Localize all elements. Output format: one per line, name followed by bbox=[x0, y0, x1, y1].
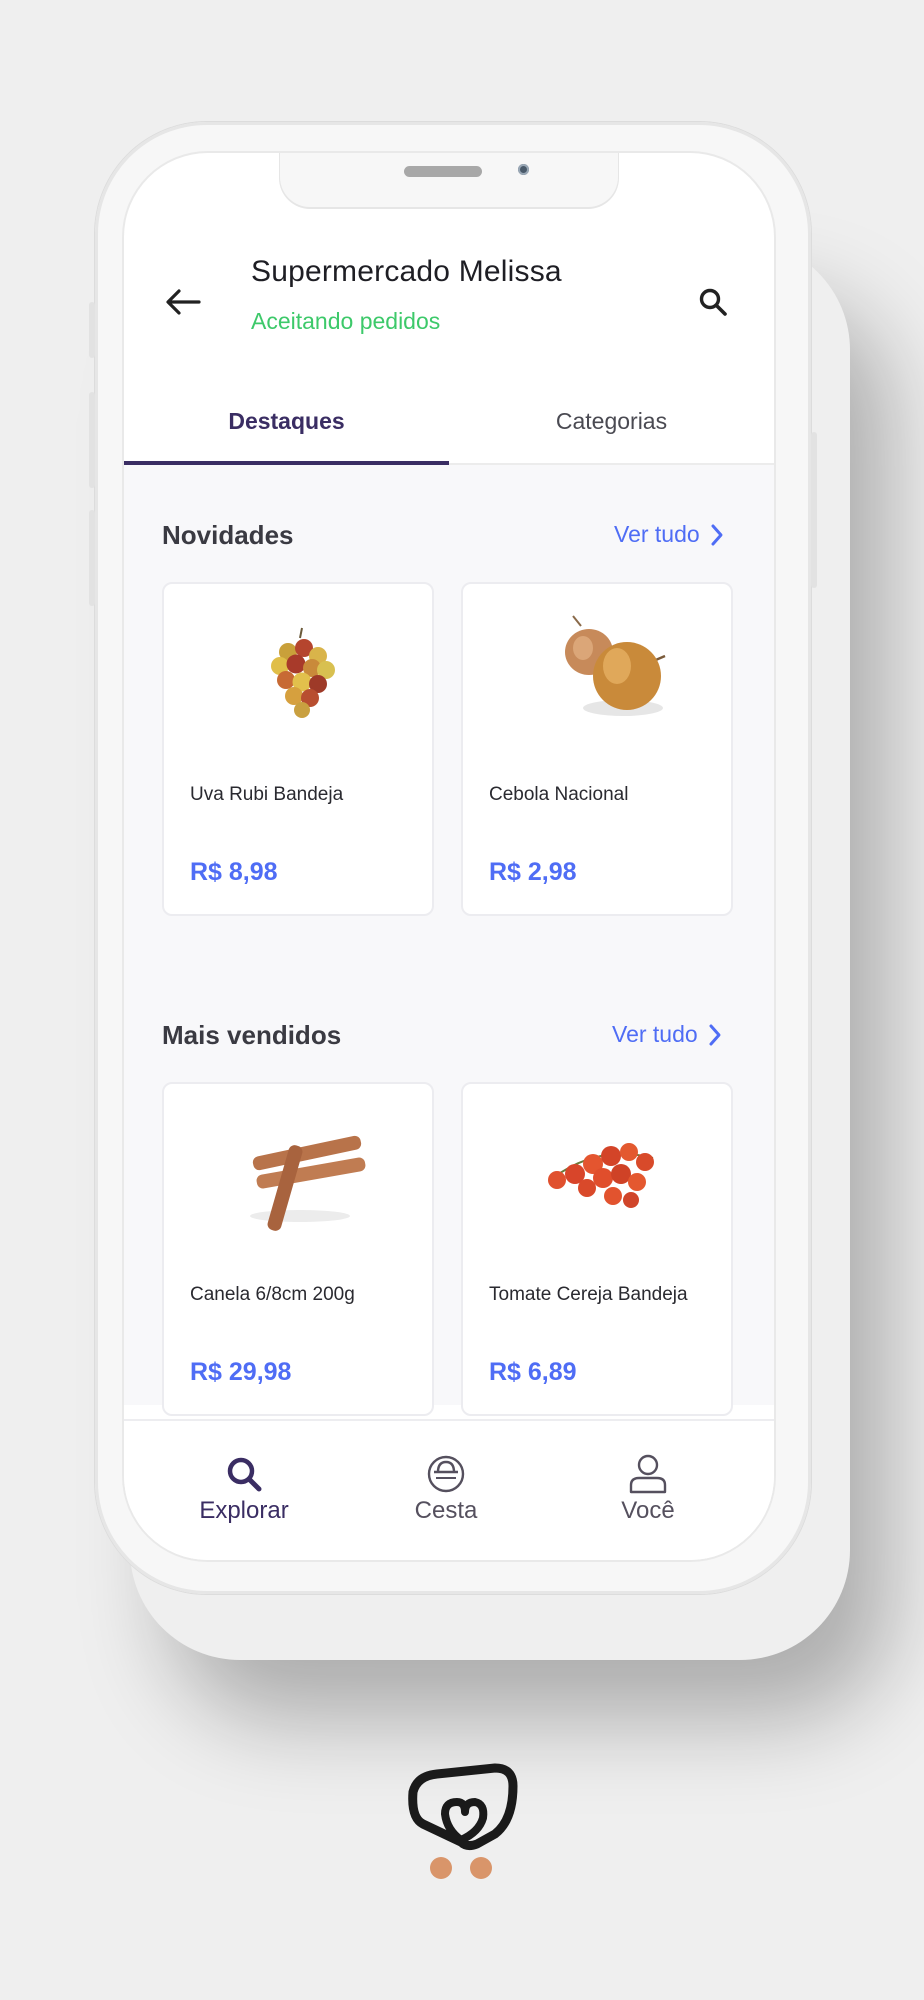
nav-label: Você bbox=[621, 1497, 675, 1524]
product-price: R$ 8,98 bbox=[190, 858, 278, 886]
product-name: Tomate Cereja Bandeja bbox=[489, 1284, 688, 1305]
product-price: R$ 2,98 bbox=[489, 858, 577, 886]
basket-icon bbox=[427, 1455, 465, 1493]
search-button[interactable] bbox=[692, 281, 734, 323]
see-all-mais-vendidos-link[interactable]: Ver tudo bbox=[612, 1021, 722, 1048]
bottom-navigation: Explorar Cesta Você bbox=[124, 1419, 774, 1560]
chevron-right-icon bbox=[709, 1024, 721, 1045]
phone-notch bbox=[280, 153, 618, 207]
volume-down-button bbox=[89, 510, 95, 606]
nav-cesta[interactable]: Cesta bbox=[371, 1453, 521, 1525]
see-all-label: Ver tudo bbox=[614, 521, 700, 547]
brand-logo bbox=[408, 1763, 518, 1879]
product-name: Uva Rubi Bandeja bbox=[190, 784, 344, 805]
power-button bbox=[811, 432, 817, 588]
main-content: Novidades Ver tudo Uva Rubi Bandeja R$ 8… bbox=[124, 465, 774, 1416]
product-card[interactable]: Uva Rubi Bandeja R$ 8,98 bbox=[162, 582, 434, 916]
cinnamon-image bbox=[250, 1135, 366, 1231]
product-price: R$ 6,89 bbox=[489, 1358, 577, 1386]
section-title-novidades: Novidades bbox=[162, 520, 294, 550]
onions-image bbox=[565, 615, 666, 716]
product-card[interactable]: Cebola Nacional R$ 2,98 bbox=[461, 582, 733, 916]
see-all-label: Ver tudo bbox=[612, 1021, 698, 1047]
product-card[interactable]: Canela 6/8cm 200g R$ 29,98 bbox=[162, 1082, 434, 1416]
grapes-image bbox=[271, 627, 335, 718]
nav-voce[interactable]: Você bbox=[573, 1453, 723, 1525]
mute-button bbox=[89, 302, 95, 358]
search-icon bbox=[227, 1457, 262, 1492]
store-title: Supermercado Melissa bbox=[251, 255, 562, 288]
cherry-tomatoes-image bbox=[548, 1143, 654, 1208]
product-price: R$ 29,98 bbox=[190, 1358, 292, 1386]
see-all-novidades-link[interactable]: Ver tudo bbox=[614, 521, 724, 548]
user-icon bbox=[629, 1454, 667, 1494]
section-title-mais-vendidos: Mais vendidos bbox=[162, 1020, 342, 1050]
tab-destaques[interactable]: Destaques bbox=[124, 393, 449, 463]
nav-label: Cesta bbox=[414, 1497, 478, 1524]
back-button[interactable] bbox=[162, 281, 204, 323]
product-name: Canela 6/8cm 200g bbox=[190, 1284, 355, 1305]
nav-explorar[interactable]: Explorar bbox=[169, 1453, 319, 1525]
tab-bar: Destaques Categorias bbox=[124, 393, 774, 465]
chevron-right-icon bbox=[711, 524, 723, 545]
search-icon bbox=[699, 288, 727, 316]
product-name: Cebola Nacional bbox=[489, 784, 629, 805]
front-camera bbox=[518, 164, 529, 175]
product-card[interactable]: Tomate Cereja Bandeja R$ 6,89 bbox=[461, 1082, 733, 1416]
store-status: Aceitando pedidos bbox=[251, 308, 441, 334]
nav-label: Explorar bbox=[199, 1497, 289, 1524]
volume-up-button bbox=[89, 392, 95, 488]
speaker-grille bbox=[404, 166, 482, 177]
tab-categorias[interactable]: Categorias bbox=[449, 393, 774, 463]
arrow-left-icon bbox=[166, 289, 201, 315]
app-screen: Supermercado Melissa Aceitando pedidos D… bbox=[124, 153, 774, 1560]
